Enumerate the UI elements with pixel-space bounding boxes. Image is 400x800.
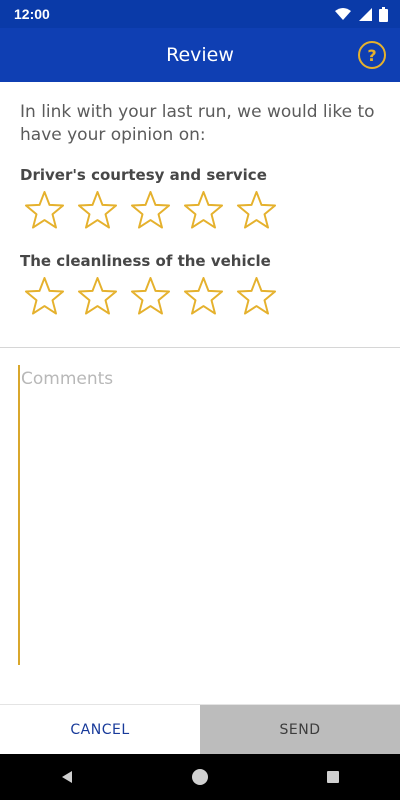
home-circle-icon bbox=[191, 769, 208, 785]
cellular-signal-icon bbox=[358, 7, 373, 22]
recents-button[interactable] bbox=[317, 761, 349, 793]
status-time: 12:00 bbox=[14, 6, 50, 22]
vehicle-cleanliness-rating bbox=[24, 276, 277, 317]
page-title: Review bbox=[166, 44, 234, 66]
battery-icon bbox=[379, 6, 388, 22]
vehicle-cleanliness-star-4[interactable] bbox=[183, 276, 224, 317]
star-outline-icon bbox=[24, 276, 65, 315]
wifi-icon bbox=[334, 7, 352, 21]
home-button[interactable] bbox=[184, 761, 216, 793]
star-outline-icon bbox=[183, 190, 224, 229]
star-outline-icon bbox=[236, 190, 277, 229]
star-outline-icon bbox=[130, 276, 171, 315]
review-intro-text: In link with your last run, we would lik… bbox=[20, 102, 375, 145]
star-outline-icon bbox=[236, 276, 277, 315]
vehicle-cleanliness-label: The cleanliness of the vehicle bbox=[20, 252, 271, 270]
star-outline-icon bbox=[130, 190, 171, 229]
back-button[interactable] bbox=[51, 761, 83, 793]
section-divider bbox=[0, 347, 400, 348]
driver-courtesy-star-2[interactable] bbox=[77, 190, 118, 231]
app-bar: Review ? bbox=[0, 28, 400, 82]
android-navigation-bar bbox=[0, 754, 400, 800]
status-bar: 12:00 bbox=[0, 0, 400, 28]
star-outline-icon bbox=[24, 190, 65, 229]
question-mark-circle-icon: ? bbox=[367, 45, 377, 65]
help-button[interactable]: ? bbox=[358, 41, 386, 69]
vehicle-cleanliness-star-5[interactable] bbox=[236, 276, 277, 317]
recents-square-icon bbox=[327, 771, 340, 783]
star-outline-icon bbox=[77, 190, 118, 229]
vehicle-cleanliness-star-1[interactable] bbox=[24, 276, 65, 317]
star-outline-icon bbox=[77, 276, 118, 315]
status-icons bbox=[334, 6, 388, 22]
cancel-button[interactable]: CANCEL bbox=[0, 705, 200, 755]
vehicle-cleanliness-star-3[interactable] bbox=[130, 276, 171, 317]
driver-courtesy-rating bbox=[24, 190, 277, 231]
driver-courtesy-star-4[interactable] bbox=[183, 190, 224, 231]
driver-courtesy-label: Driver's courtesy and service bbox=[20, 166, 267, 184]
vehicle-cleanliness-star-2[interactable] bbox=[77, 276, 118, 317]
driver-courtesy-star-5[interactable] bbox=[236, 190, 277, 231]
send-button[interactable]: SEND bbox=[200, 705, 400, 755]
star-outline-icon bbox=[183, 276, 224, 315]
driver-courtesy-star-1[interactable] bbox=[24, 190, 65, 231]
bottom-actions: CANCEL SEND bbox=[0, 704, 400, 755]
comments-input[interactable] bbox=[18, 365, 382, 665]
back-triangle-icon bbox=[61, 771, 72, 783]
driver-courtesy-star-3[interactable] bbox=[130, 190, 171, 231]
